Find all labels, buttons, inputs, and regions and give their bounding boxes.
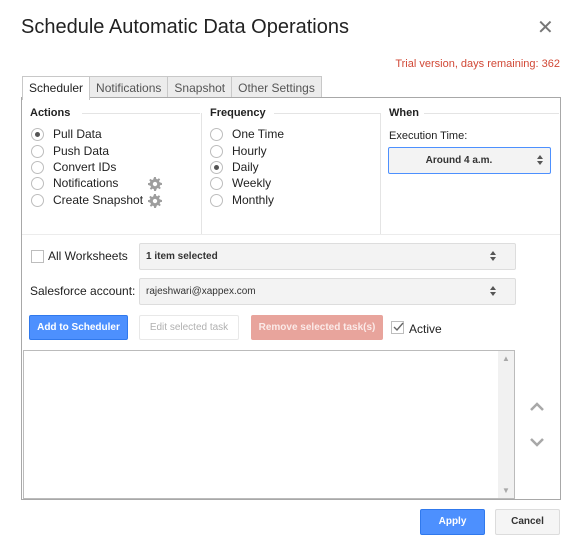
frequency-weekly[interactable]: Weekly xyxy=(210,176,271,190)
radio-button[interactable] xyxy=(210,127,223,141)
frequency-label: Daily xyxy=(232,160,259,174)
execution-time-label: Execution Time: xyxy=(389,130,468,142)
all-worksheets-label: All Worksheets xyxy=(48,249,128,263)
frequency-one-time[interactable]: One Time xyxy=(210,127,284,141)
divider xyxy=(82,113,200,114)
remove-selected-tasks-button[interactable]: Remove selected task(s) xyxy=(251,315,383,340)
task-list-scrollbar[interactable]: ▲ ▼ xyxy=(498,351,514,498)
active-label: Active xyxy=(409,322,442,336)
tab-other-settings[interactable]: Other Settings xyxy=(231,76,322,98)
worksheet-select[interactable]: 1 item selected xyxy=(139,243,516,270)
frequency-label: Monthly xyxy=(232,193,275,207)
dialog-title: Schedule Automatic Data Operations xyxy=(21,16,349,38)
frequency-label: Hourly xyxy=(232,144,267,158)
action-label: Convert IDs xyxy=(53,160,117,174)
divider xyxy=(22,234,560,235)
frequency-hourly[interactable]: Hourly xyxy=(210,144,267,158)
checkmark-icon xyxy=(393,322,404,332)
scroll-down-arrow-icon[interactable]: ▼ xyxy=(502,486,510,495)
select-arrows-icon xyxy=(490,286,496,296)
tab-bar: Scheduler Notifications Snapshot Other S… xyxy=(22,76,322,100)
trial-notice: Trial version, days remaining: 362 xyxy=(395,58,560,70)
close-icon[interactable]: ✕ xyxy=(537,18,554,38)
all-worksheets-checkbox[interactable] xyxy=(31,250,44,263)
action-convert-ids[interactable]: Convert IDs xyxy=(31,160,116,174)
frequency-daily[interactable]: Daily xyxy=(210,160,259,174)
action-label: Push Data xyxy=(53,144,110,158)
action-notifications[interactable]: Notifications xyxy=(31,176,118,190)
scheduled-task-list[interactable]: ▲ ▼ xyxy=(23,350,515,499)
snapshot-gear-icon[interactable] xyxy=(148,194,162,208)
execution-time-value: Around 4 a.m. xyxy=(425,155,493,166)
frequency-title: Frequency xyxy=(210,107,266,119)
move-up-icon[interactable] xyxy=(529,401,545,413)
when-title: When xyxy=(389,107,419,119)
radio-button[interactable] xyxy=(31,193,44,207)
move-down-icon[interactable] xyxy=(529,436,545,448)
salesforce-account-select[interactable]: rajeshwari@xappex.com xyxy=(139,278,516,305)
radio-button[interactable] xyxy=(31,176,44,190)
salesforce-account-label: Salesforce account: xyxy=(30,284,136,298)
radio-button[interactable] xyxy=(31,127,44,141)
action-label: Create Snapshot xyxy=(53,193,144,207)
cancel-button[interactable]: Cancel xyxy=(495,509,560,535)
scheduler-panel: Actions Pull Data Push Data Convert IDs … xyxy=(21,97,561,500)
frequency-label: One Time xyxy=(232,127,285,141)
action-label: Notifications xyxy=(53,176,119,190)
action-pull-data[interactable]: Pull Data xyxy=(31,127,102,141)
tab-notifications[interactable]: Notifications xyxy=(89,76,169,98)
action-create-snapshot[interactable]: Create Snapshot xyxy=(31,193,143,207)
radio-button[interactable] xyxy=(210,144,223,158)
action-push-data[interactable]: Push Data xyxy=(31,144,109,158)
action-label: Pull Data xyxy=(53,127,102,141)
scroll-up-arrow-icon[interactable]: ▲ xyxy=(502,354,510,363)
add-to-scheduler-button[interactable]: Add to Scheduler xyxy=(29,315,128,340)
salesforce-account-value: rajeshwari@xappex.com xyxy=(146,286,256,297)
divider xyxy=(274,113,380,114)
active-checkbox[interactable] xyxy=(391,321,404,334)
actions-title: Actions xyxy=(30,107,71,119)
radio-button[interactable] xyxy=(210,160,223,174)
select-arrows-icon xyxy=(490,251,496,261)
radio-button[interactable] xyxy=(31,160,44,174)
tab-snapshot[interactable]: Snapshot xyxy=(167,76,233,98)
notifications-gear-icon[interactable] xyxy=(148,177,162,191)
apply-button[interactable]: Apply xyxy=(420,509,485,535)
frequency-label: Weekly xyxy=(232,176,272,190)
worksheet-select-value: 1 item selected xyxy=(146,251,218,262)
radio-button[interactable] xyxy=(31,144,44,158)
edit-selected-task-button[interactable]: Edit selected task xyxy=(139,315,239,340)
divider xyxy=(201,113,202,234)
frequency-monthly[interactable]: Monthly xyxy=(210,193,274,207)
radio-button[interactable] xyxy=(210,193,223,207)
execution-time-select[interactable]: Around 4 a.m. xyxy=(388,147,551,174)
tab-scheduler[interactable]: Scheduler xyxy=(22,76,91,100)
select-arrows-icon xyxy=(537,155,543,165)
divider xyxy=(380,113,381,234)
divider xyxy=(424,113,559,114)
radio-button[interactable] xyxy=(210,176,223,190)
